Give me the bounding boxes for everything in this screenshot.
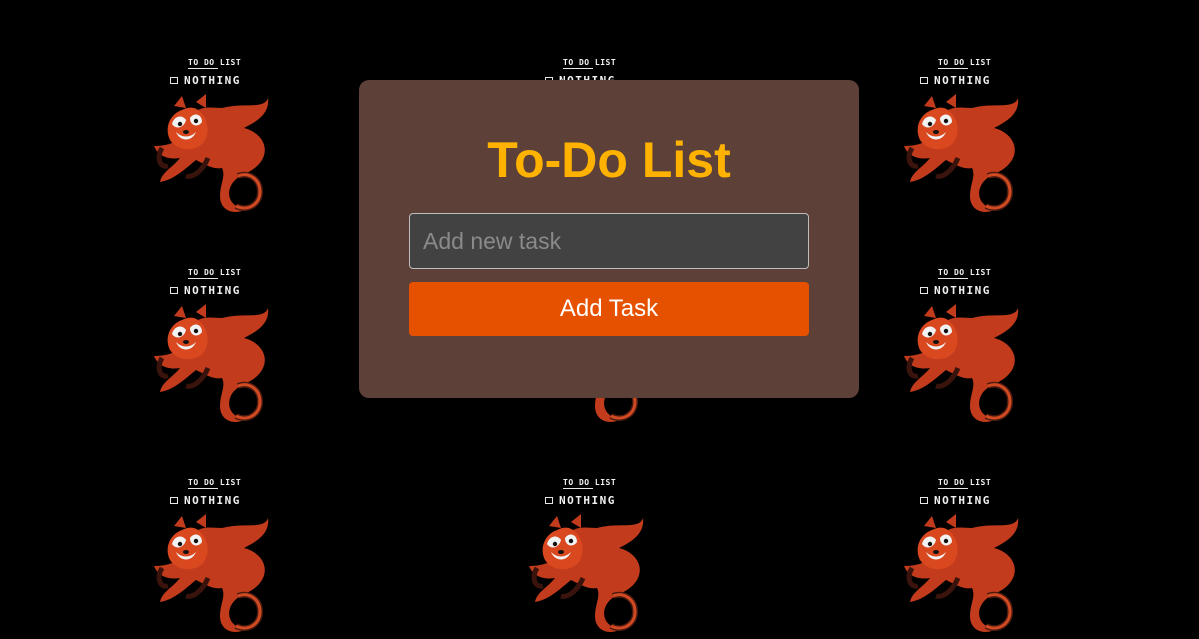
checkbox-icon [920,77,928,84]
red-panda-icon [152,508,272,639]
tile-underline [938,488,968,489]
tile-title: TO DO LIST [188,58,242,67]
todo-card: To-Do List Add Task [359,80,859,398]
red-panda-icon [902,88,1022,219]
background-tile: TO DO LIST NOTHING [152,478,282,632]
tile-underline [188,278,218,279]
tile-title: TO DO LIST [938,268,992,277]
tile-underline [938,68,968,69]
tile-item: NOTHING [934,494,991,507]
red-panda-icon [152,298,272,429]
tile-underline [938,278,968,279]
tile-item: NOTHING [934,284,991,297]
tile-title: TO DO LIST [188,268,242,277]
tile-item: NOTHING [184,284,241,297]
tile-underline [563,488,593,489]
checkbox-icon [545,497,553,504]
red-panda-icon [902,508,1022,639]
tile-title: TO DO LIST [563,478,617,487]
tile-item: NOTHING [184,494,241,507]
add-task-button[interactable]: Add Task [409,282,809,336]
background-tile: TO DO LIST NOTHING [527,478,657,632]
checkbox-icon [170,77,178,84]
background-tile: TO DO LIST NOTHING [902,268,1032,422]
checkbox-icon [170,287,178,294]
background-tile: TO DO LIST NOTHING [902,478,1032,632]
new-task-input[interactable] [409,213,809,269]
red-panda-icon [902,298,1022,429]
tile-underline [563,68,593,69]
tile-title: TO DO LIST [938,478,992,487]
tile-title: TO DO LIST [563,58,617,67]
tile-underline [188,68,218,69]
checkbox-icon [920,497,928,504]
checkbox-icon [920,287,928,294]
background-tile: TO DO LIST NOTHING [152,58,282,212]
background-tile: TO DO LIST NOTHING [152,268,282,422]
tile-underline [188,488,218,489]
tile-item: NOTHING [559,494,616,507]
tile-item: NOTHING [934,74,991,87]
page-title: To-Do List [487,132,731,188]
checkbox-icon [170,497,178,504]
tile-item: NOTHING [184,74,241,87]
tile-title: TO DO LIST [938,58,992,67]
red-panda-icon [527,508,647,639]
background-tile: TO DO LIST NOTHING [902,58,1032,212]
red-panda-icon [152,88,272,219]
tile-title: TO DO LIST [188,478,242,487]
